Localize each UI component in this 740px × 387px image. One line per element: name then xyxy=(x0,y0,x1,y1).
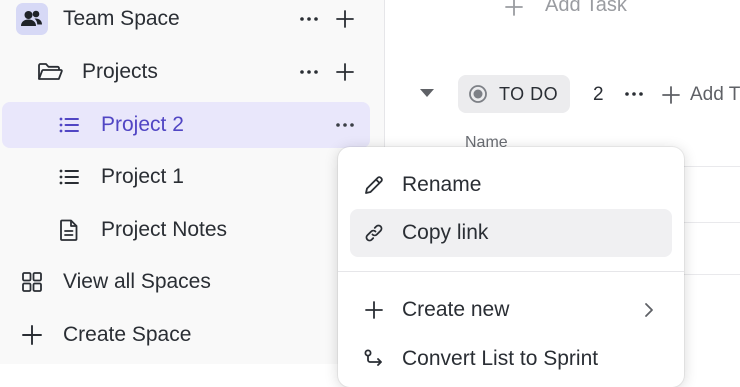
menu-item-label: Create new xyxy=(402,298,510,321)
more-horizontal-icon xyxy=(336,123,354,127)
link-icon xyxy=(362,221,386,245)
plus-icon xyxy=(336,63,354,81)
task-count: 2 xyxy=(593,84,604,105)
sidebar-item-project-1[interactable]: Project 1 xyxy=(0,155,384,199)
status-circle-icon xyxy=(468,84,488,104)
menu-item-convert-to-sprint[interactable]: Convert List to Sprint xyxy=(350,335,672,383)
row-divider xyxy=(684,274,740,275)
list-icon xyxy=(57,165,81,189)
menu-item-label: Copy link xyxy=(402,221,489,244)
menu-item-label: Convert List to Sprint xyxy=(402,347,599,370)
document-icon xyxy=(58,218,80,242)
people-icon xyxy=(21,10,42,26)
row-divider xyxy=(684,222,740,223)
sidebar-view-all-spaces[interactable]: View all Spaces xyxy=(0,260,384,304)
team-space-add-button[interactable] xyxy=(333,7,357,31)
sidebar-team-space[interactable]: Team Space xyxy=(0,0,384,41)
group-add-task-plus-icon[interactable] xyxy=(660,84,682,106)
context-menu: Rename Copy link Create new Convert List… xyxy=(338,147,684,387)
more-horizontal-icon xyxy=(300,17,318,21)
sidebar-create-space[interactable]: Create Space xyxy=(0,313,384,357)
menu-divider xyxy=(338,271,684,272)
menu-item-label: Rename xyxy=(402,173,482,196)
collapse-caret-icon[interactable] xyxy=(418,86,436,100)
add-task-top-plus-icon[interactable] xyxy=(504,0,524,17)
sidebar-item-project-2[interactable]: Project 2 xyxy=(2,102,370,148)
menu-item-create-new[interactable]: Create new xyxy=(350,286,672,334)
projects-folder-label: Projects xyxy=(82,60,158,83)
pencil-icon xyxy=(362,173,386,197)
sidebar: Team Space Projects Project 2 Project 1 … xyxy=(0,0,385,364)
more-horizontal-icon xyxy=(300,70,318,74)
sidebar-item-label: Project 1 xyxy=(101,165,184,188)
folder-open-icon xyxy=(36,60,64,84)
sidebar-item-label: Project Notes xyxy=(101,218,228,241)
sidebar-item-label: Project 2 xyxy=(101,113,184,136)
team-space-label: Team Space xyxy=(63,7,180,30)
group-add-task-button[interactable]: Add T xyxy=(690,84,740,106)
create-space-label: Create Space xyxy=(63,323,192,346)
add-task-top-button[interactable]: Add Task xyxy=(545,0,627,17)
plus-icon xyxy=(336,10,354,28)
more-horizontal-icon xyxy=(625,92,643,96)
list-icon xyxy=(57,113,81,137)
menu-item-copy-link[interactable]: Copy link xyxy=(350,209,672,257)
plus-icon xyxy=(20,323,44,347)
grid-icon xyxy=(21,271,43,293)
chevron-right-icon xyxy=(640,301,658,319)
plus-icon xyxy=(362,298,386,322)
sidebar-item-project-notes[interactable]: Project Notes xyxy=(0,208,384,252)
menu-item-rename[interactable]: Rename xyxy=(350,161,672,209)
status-label: TO DO xyxy=(499,84,559,104)
team-space-more-button[interactable] xyxy=(297,7,321,31)
group-more-button[interactable] xyxy=(622,84,646,104)
project-2-more-button[interactable] xyxy=(333,113,357,137)
projects-add-button[interactable] xyxy=(333,60,357,84)
team-space-avatar xyxy=(16,3,48,35)
convert-icon xyxy=(362,347,386,371)
view-all-spaces-label: View all Spaces xyxy=(63,270,211,293)
sidebar-projects-folder[interactable]: Projects xyxy=(0,50,384,94)
projects-more-button[interactable] xyxy=(297,60,321,84)
